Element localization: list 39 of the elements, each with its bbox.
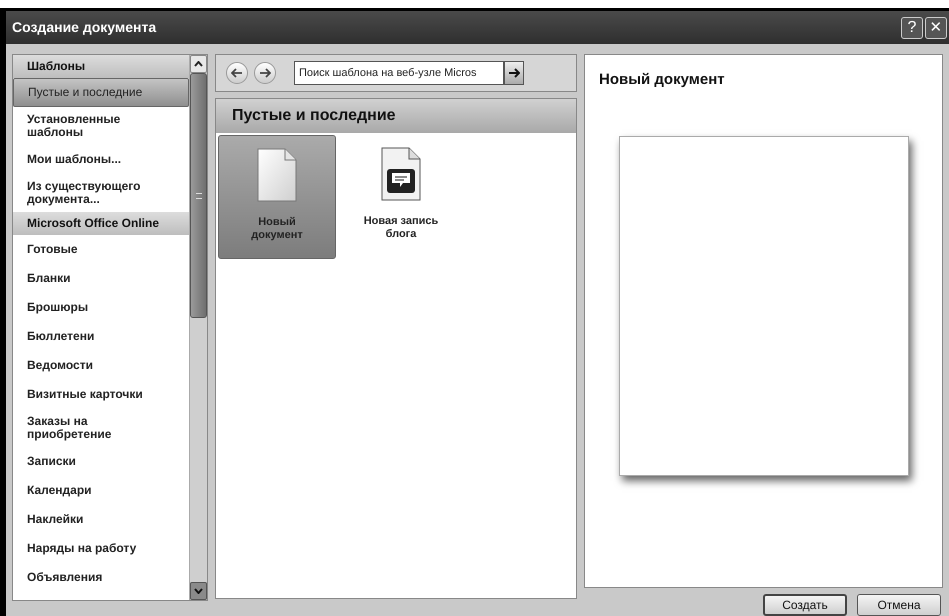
left-arrow-icon (231, 68, 243, 78)
template-tile[interactable]: Новый документ (218, 135, 336, 259)
window-title: Создание документа (12, 18, 158, 37)
category-header: Шаблоны (13, 55, 189, 78)
category-item[interactable]: Готовые (13, 235, 189, 264)
create-button[interactable]: Создать (763, 594, 847, 616)
category-item[interactable]: Заказы на приобретение (13, 409, 189, 447)
category-item[interactable]: Пустые и последние (13, 78, 189, 107)
search-field[interactable]: Поиск шаблона на веб-узле Micros (294, 61, 504, 85)
category-item[interactable]: Визитные карточки (13, 380, 189, 409)
category-item[interactable]: Из существующего документа... (13, 174, 189, 212)
category-item[interactable]: Бланки (13, 264, 189, 293)
gallery-title: Пустые и последние (216, 99, 576, 133)
right-arrow-icon (508, 68, 520, 78)
help-button[interactable]: ? (901, 16, 923, 38)
preview-title: Новый документ (598, 70, 726, 90)
blank-document-icon (257, 148, 297, 202)
template-label: Новая запись блога (362, 215, 440, 241)
category-header: Microsoft Office Online (13, 212, 189, 235)
category-item[interactable]: Бюллетени (13, 322, 189, 351)
category-item[interactable]: Наклейки (13, 505, 189, 534)
category-item[interactable]: Наряды на работу (13, 534, 189, 563)
category-item[interactable]: Брошюры (13, 293, 189, 322)
scrollbar[interactable] (189, 55, 207, 600)
back-button[interactable] (226, 62, 248, 84)
close-button[interactable]: ✕ (925, 16, 947, 38)
category-item[interactable]: Ведомости (13, 351, 189, 380)
search-button[interactable] (504, 61, 524, 85)
category-item[interactable]: Объявления (13, 563, 189, 592)
category-item[interactable]: Записки (13, 447, 189, 476)
category-item[interactable]: Установленные шаблоны (13, 107, 189, 145)
right-arrow-icon (259, 68, 271, 78)
document-speech-bubble-icon (381, 147, 421, 201)
template-label: Новый документ (250, 216, 304, 242)
forward-button[interactable] (254, 62, 276, 84)
category-item[interactable]: Календари (13, 476, 189, 505)
template-tile[interactable]: Новая запись блога (342, 135, 460, 259)
cancel-button[interactable]: Отмена (857, 594, 941, 616)
category-item[interactable]: Мои шаблоны... (13, 145, 189, 174)
